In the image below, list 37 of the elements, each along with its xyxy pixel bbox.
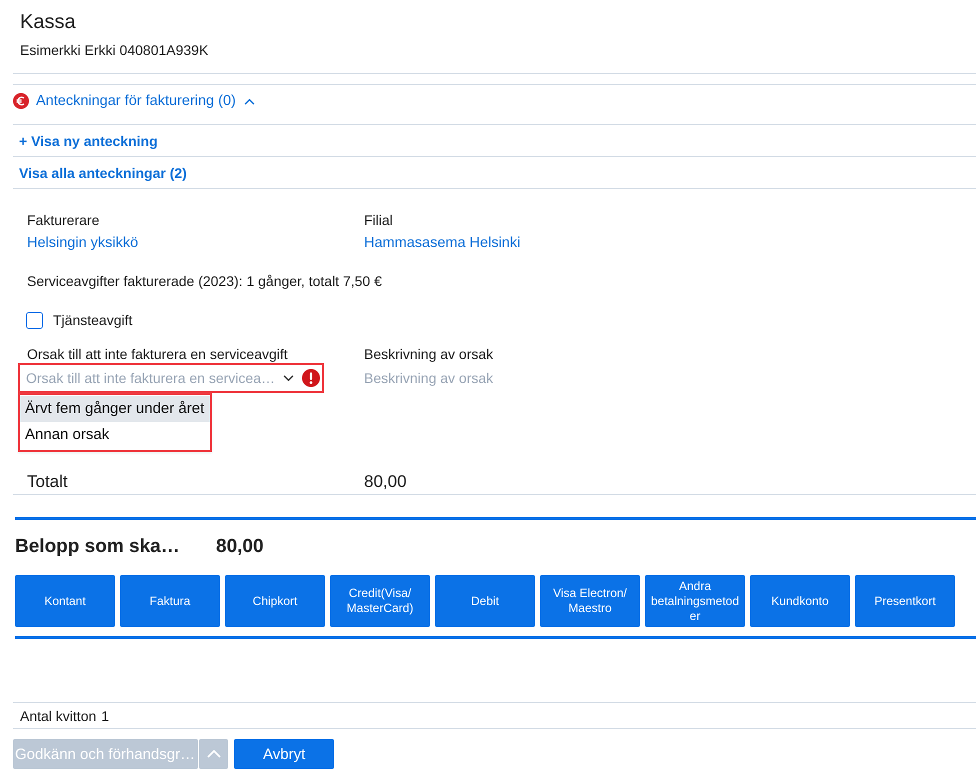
- description-input[interactable]: Beskrivning av orsak: [364, 368, 604, 388]
- payment-method-button[interactable]: Visa Electron/ Maestro: [540, 575, 640, 627]
- field-label: Fakturerare: [27, 211, 100, 230]
- total-value: 80,00: [364, 470, 408, 492]
- payment-method-button[interactable]: Kontant: [15, 575, 115, 627]
- chevron-up-icon: [206, 750, 221, 758]
- payment-method-button[interactable]: Chipkort: [225, 575, 325, 627]
- notes-link[interactable]: + Visa ny anteckning: [19, 131, 158, 151]
- page-title: Kassa: [20, 10, 77, 35]
- field-value-link[interactable]: Hammasasema Helsinki: [364, 233, 520, 253]
- field-label: Beskrivning av orsak: [364, 345, 494, 363]
- notes-toggle-link[interactable]: Anteckningar för fakturering (0): [36, 91, 255, 111]
- service-fee-summary: Serviceavgifter fakturerade (2023): 1 gånger, totalt 7,50 €: [27, 272, 383, 291]
- field-label: Orsak till att inte fakturera en serviceavgift: [27, 345, 289, 363]
- checkbox-label: Tjänsteavgift: [53, 311, 132, 330]
- total-label: Totalt: [27, 470, 69, 492]
- payment-method-button[interactable]: Debit: [435, 575, 535, 627]
- customer-name: Esimerkki Erkki 040801A939K: [20, 41, 210, 60]
- dropdown-option[interactable]: Ärvt fem gånger under året: [20, 396, 210, 422]
- notes-link[interactable]: Visa alla anteckningar (2): [19, 163, 187, 183]
- reason-select[interactable]: Orsak till att inte fakturera en servicea…: [18, 363, 324, 393]
- payment-method-button[interactable]: Kundkonto: [750, 575, 850, 627]
- field-label: Filial: [364, 211, 394, 230]
- payment-method-button[interactable]: Credit(Visa/ MasterCard): [330, 575, 430, 627]
- amount-due-label: Belopp som ska…: [15, 535, 181, 559]
- dropdown-option[interactable]: Annan orsak: [20, 422, 210, 448]
- amount-due-value: 80,00: [216, 535, 264, 559]
- receipt-count-label: Antal kvitton: [20, 708, 96, 724]
- cancel-button[interactable]: Avbryt: [234, 739, 334, 769]
- receipt-count-value: 1: [101, 708, 110, 724]
- payment-method-button[interactable]: Presentkort: [855, 575, 955, 627]
- payment-method-button[interactable]: Andra betalningsmetoder: [645, 575, 745, 627]
- service-fee-checkbox[interactable]: [26, 312, 43, 328]
- euro-icon: [13, 93, 29, 109]
- field-value-link[interactable]: Helsingin yksikkö: [27, 233, 138, 253]
- chevron-down-icon: [283, 374, 294, 382]
- payment-method-button[interactable]: Faktura: [120, 575, 220, 627]
